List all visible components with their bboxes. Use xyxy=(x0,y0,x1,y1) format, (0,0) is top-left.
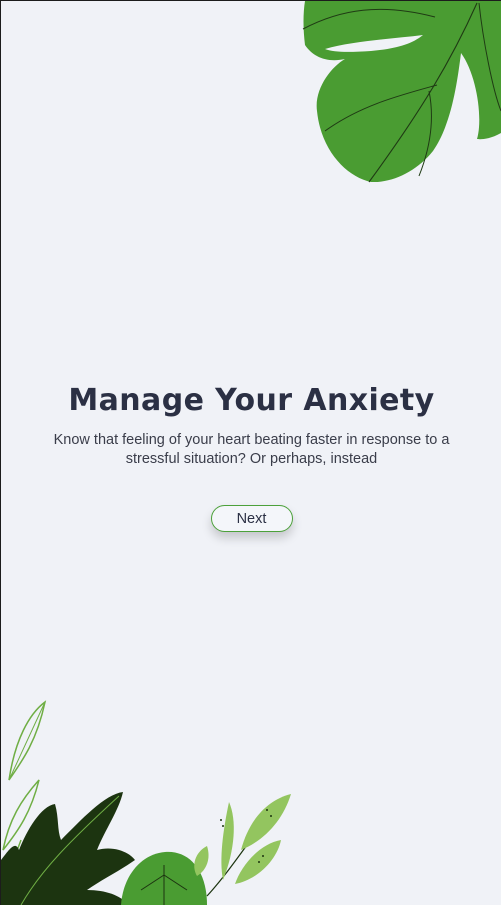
monstera-leaf-icon xyxy=(302,1,501,183)
plants-illustration-icon xyxy=(1,700,291,905)
description-text: Know that feeling of your heart beating … xyxy=(53,432,450,467)
next-button-container: Next xyxy=(1,505,501,532)
next-button[interactable]: Next xyxy=(210,505,293,532)
intro-content: Manage Your Anxiety Know that feeling of… xyxy=(1,381,501,532)
onboarding-screen: Manage Your Anxiety Know that feeling of… xyxy=(0,0,501,905)
page-title: Manage Your Anxiety xyxy=(68,383,435,418)
